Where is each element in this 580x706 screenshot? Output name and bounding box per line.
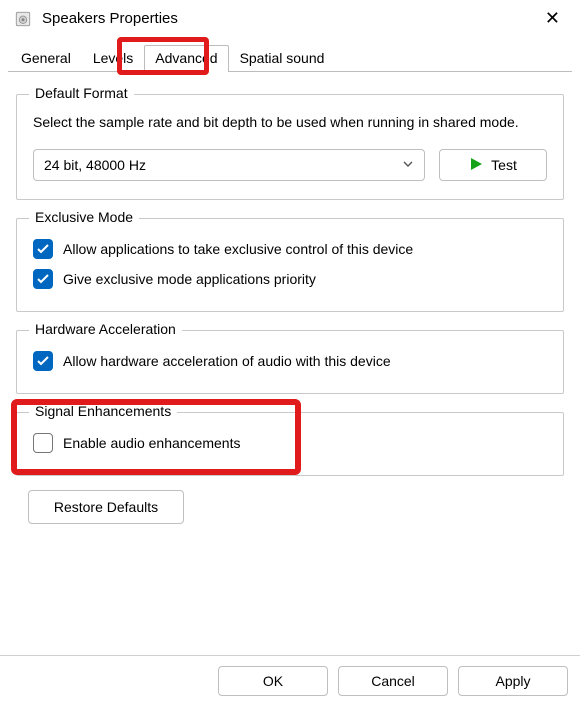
close-button[interactable]: ✕ (539, 8, 566, 29)
test-button-label: Test (491, 157, 517, 173)
legend-signal-enhancements: Signal Enhancements (29, 403, 177, 419)
restore-defaults-button[interactable]: Restore Defaults (28, 490, 184, 524)
tab-general[interactable]: General (10, 45, 82, 72)
tab-advanced[interactable]: Advanced (144, 45, 228, 72)
ok-button[interactable]: OK (218, 666, 328, 696)
label-exclusive-priority: Give exclusive mode applications priorit… (63, 271, 316, 287)
checkbox-enable-enhancements[interactable] (33, 433, 53, 453)
dialog-separator (0, 655, 580, 656)
chevron-down-icon (402, 158, 414, 173)
tab-spatial[interactable]: Spatial sound (229, 45, 336, 72)
label-enable-enhancements: Enable audio enhancements (63, 435, 240, 451)
format-dropdown-value: 24 bit, 48000 Hz (44, 157, 146, 173)
window-title: Speakers Properties (42, 10, 539, 27)
ok-label: OK (263, 673, 283, 689)
title-bar: Speakers Properties ✕ (0, 0, 580, 39)
format-dropdown[interactable]: 24 bit, 48000 Hz (33, 149, 425, 181)
group-default-format: Default Format Select the sample rate an… (16, 94, 564, 200)
label-hardware-accel: Allow hardware acceleration of audio wit… (63, 353, 391, 369)
test-button[interactable]: Test (439, 149, 547, 181)
checkbox-allow-exclusive[interactable] (33, 239, 53, 259)
group-exclusive-mode: Exclusive Mode Allow applications to tak… (16, 218, 564, 312)
restore-defaults-label: Restore Defaults (54, 499, 158, 515)
legend-hardware-accel: Hardware Acceleration (29, 321, 182, 337)
checkbox-exclusive-priority[interactable] (33, 269, 53, 289)
checkbox-hardware-accel[interactable] (33, 351, 53, 371)
group-hardware-accel: Hardware Acceleration Allow hardware acc… (16, 330, 564, 394)
dialog-button-bar: OK Cancel Apply (218, 666, 568, 696)
legend-exclusive-mode: Exclusive Mode (29, 209, 139, 225)
legend-default-format: Default Format (29, 85, 134, 101)
group-signal-enhancements: Signal Enhancements Enable audio enhance… (16, 412, 564, 476)
default-format-desc: Select the sample rate and bit depth to … (33, 113, 547, 131)
tab-strip: General Levels Advanced Spatial sound (0, 45, 580, 72)
cancel-label: Cancel (371, 673, 415, 689)
speaker-icon (14, 10, 32, 28)
apply-label: Apply (495, 673, 530, 689)
tab-page-advanced: Default Format Select the sample rate an… (0, 72, 580, 524)
apply-button[interactable]: Apply (458, 666, 568, 696)
play-icon (469, 157, 483, 174)
label-allow-exclusive: Allow applications to take exclusive con… (63, 241, 413, 257)
tab-underline (8, 71, 572, 72)
cancel-button[interactable]: Cancel (338, 666, 448, 696)
tab-levels[interactable]: Levels (82, 45, 144, 72)
